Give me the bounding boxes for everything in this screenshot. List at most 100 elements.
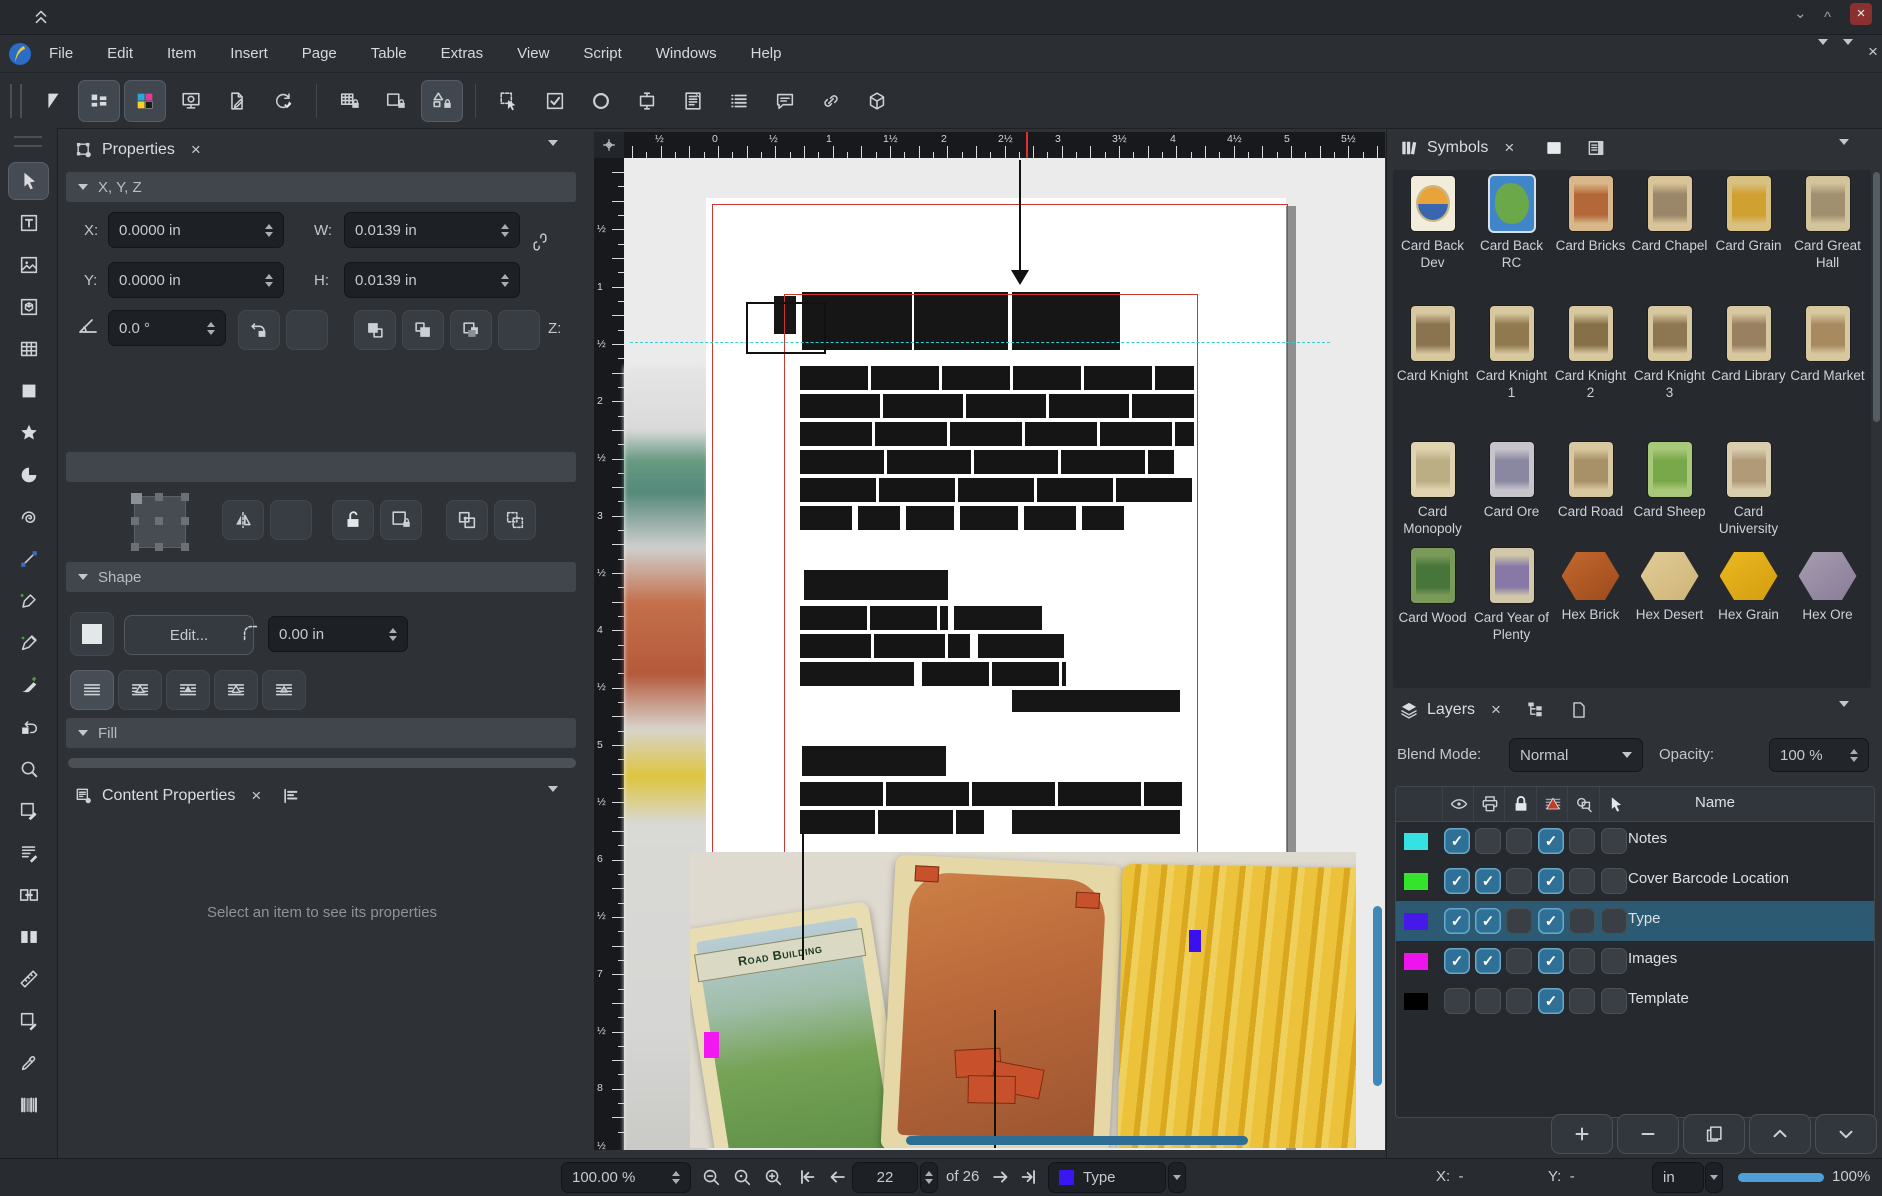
layer-dropdown-arrow[interactable] (1168, 1162, 1186, 1193)
layer-checkbox-lock[interactable] (1506, 908, 1532, 934)
symbol-thumbnail[interactable] (1727, 306, 1771, 361)
symbol-item[interactable]: Card Chapel (1630, 176, 1709, 271)
symbols-close-icon[interactable]: × (1498, 138, 1520, 158)
table-tool[interactable] (8, 330, 49, 368)
menu-item-page[interactable]: Page (285, 35, 354, 72)
menu-item-extras[interactable]: Extras (424, 35, 501, 72)
layer-checkbox-lock[interactable] (1506, 948, 1532, 974)
blend-mode-dropdown[interactable]: Normal (1509, 738, 1643, 772)
active-layer-dropdown[interactable]: Type (1048, 1162, 1166, 1193)
x-field[interactable]: 0.0000 in (108, 212, 284, 248)
page-number-spin-button[interactable] (920, 1162, 938, 1193)
rotate-ccw-button[interactable] (238, 310, 280, 350)
line-tool[interactable] (8, 540, 49, 578)
last-page-icon[interactable] (1018, 1166, 1040, 1188)
wedge-button[interactable] (32, 80, 74, 122)
document-viewport[interactable]: Road Building (624, 158, 1385, 1150)
symbol-item[interactable]: Card Knight 2 (1551, 306, 1630, 401)
layers-blank-page-icon[interactable] (1569, 700, 1589, 720)
type-layer-handle[interactable] (1189, 930, 1201, 952)
magnifier-tool[interactable] (8, 750, 49, 788)
horizontal-ruler[interactable]: ½0½11½22½33½44½55½ (624, 132, 1385, 158)
y-spinner[interactable] (265, 274, 273, 287)
edit-contents-tool[interactable] (8, 792, 49, 830)
printer-column-header[interactable] (1473, 787, 1505, 821)
corner-radius-field[interactable]: 0.00 in (268, 616, 408, 652)
lock-size-button[interactable] (380, 500, 422, 540)
layer-checkbox-select-col[interactable] (1601, 828, 1627, 854)
menu-item-view[interactable]: View (500, 35, 566, 72)
menu-item-item[interactable]: Item (150, 35, 213, 72)
layer-color-swatch[interactable] (1404, 873, 1428, 890)
layer-checkbox-lock[interactable] (1506, 828, 1532, 854)
basepoint-selector[interactable] (134, 496, 186, 548)
layer-checkbox-eye[interactable] (1444, 988, 1470, 1014)
symbol-item[interactable]: Card Library (1709, 306, 1788, 401)
text-flow-button-4[interactable] (262, 670, 306, 710)
symbol-thumbnail[interactable] (1490, 442, 1534, 497)
symbol-thumbnail[interactable] (1799, 552, 1857, 600)
content-properties-menu-icon[interactable] (548, 792, 558, 809)
images-layer-handle[interactable] (704, 1032, 719, 1058)
flip-horizontal-button[interactable] (222, 500, 264, 540)
palette-drag-handle[interactable] (14, 136, 42, 147)
layer-checkbox-printer[interactable]: ✓ (1475, 948, 1501, 974)
section-shape-header[interactable]: Shape (66, 562, 576, 592)
crop-button[interactable] (626, 80, 668, 122)
menubar-dock-icon[interactable] (1843, 45, 1853, 62)
checkbox-button[interactable] (534, 80, 576, 122)
window-close-icon[interactable]: × (1850, 3, 1872, 25)
content-properties-close-icon[interactable]: × (245, 786, 267, 806)
symbol-thumbnail[interactable] (1648, 176, 1692, 231)
symbol-thumbnail[interactable] (1411, 548, 1455, 603)
symbol-item[interactable]: Card Back RC (1472, 176, 1551, 271)
symbol-thumbnail[interactable] (1411, 442, 1455, 497)
opacity-field[interactable]: 100 % (1769, 738, 1869, 772)
eyedropper-tool[interactable] (8, 1044, 49, 1082)
layer-checkbox-outline[interactable] (1569, 948, 1595, 974)
properties-hscrollbar[interactable] (68, 758, 576, 768)
ruler-origin-box[interactable] (594, 132, 624, 158)
zoom-actual-icon[interactable] (731, 1166, 753, 1188)
canvas-area[interactable]: ½0½11½22½33½44½55½ ½1½2½3½4½5½6½7½8½ Roa… (594, 132, 1385, 1150)
pencil-tool[interactable] (8, 624, 49, 662)
sync-check-button[interactable] (262, 80, 304, 122)
section-shape[interactable] (66, 452, 576, 482)
symbol-item[interactable]: Hex Ore (1788, 548, 1867, 643)
rotation-spinner[interactable] (207, 322, 215, 335)
spiral-tool[interactable] (8, 498, 49, 536)
package-button[interactable] (856, 80, 898, 122)
symbol-thumbnail[interactable] (1727, 442, 1771, 497)
comment-button[interactable] (764, 80, 806, 122)
layer-color-swatch[interactable] (1404, 833, 1428, 850)
symbol-thumbnail[interactable] (1648, 442, 1692, 497)
menu-item-script[interactable]: Script (566, 35, 638, 72)
layer-checkbox-printer[interactable]: ✓ (1475, 908, 1501, 934)
ungroup-button[interactable] (494, 500, 536, 540)
layer-checkbox-flow[interactable]: ✓ (1538, 988, 1564, 1014)
unit-dropdown-arrow[interactable] (1705, 1162, 1723, 1193)
frame-lock-button[interactable] (375, 80, 417, 122)
layer-row-notes[interactable]: ✓✓Notes (1396, 821, 1874, 861)
symbols-list-view-icon[interactable] (1586, 138, 1606, 158)
symbol-item[interactable]: Card Year of Plenty (1472, 548, 1551, 643)
h-field[interactable]: 0.0139 in (344, 262, 520, 298)
symbol-thumbnail[interactable] (1727, 176, 1771, 231)
first-page-icon[interactable] (796, 1166, 818, 1188)
symbol-item[interactable]: Hex Desert (1630, 548, 1709, 643)
outline-column-header[interactable] (1567, 787, 1599, 821)
menubar-close-icon[interactable]: × (1862, 42, 1882, 62)
properties-menu-icon[interactable] (548, 146, 558, 163)
lower-button[interactable] (450, 310, 492, 350)
symbol-item[interactable]: Card Great Hall (1788, 176, 1867, 271)
symbol-item[interactable]: Hex Brick (1551, 548, 1630, 643)
render-frame-tool[interactable] (8, 288, 49, 326)
layer-row-type[interactable]: ✓✓✓Type (1396, 901, 1874, 941)
w-spinner[interactable] (501, 224, 509, 237)
chain-button[interactable] (810, 80, 852, 122)
x-spinner[interactable] (265, 224, 273, 237)
text-flow-button-1[interactable] (118, 670, 162, 710)
symbol-item[interactable]: Card Ore (1472, 442, 1551, 537)
eye-column-header[interactable] (1442, 787, 1474, 821)
symbol-thumbnail[interactable] (1562, 552, 1620, 600)
